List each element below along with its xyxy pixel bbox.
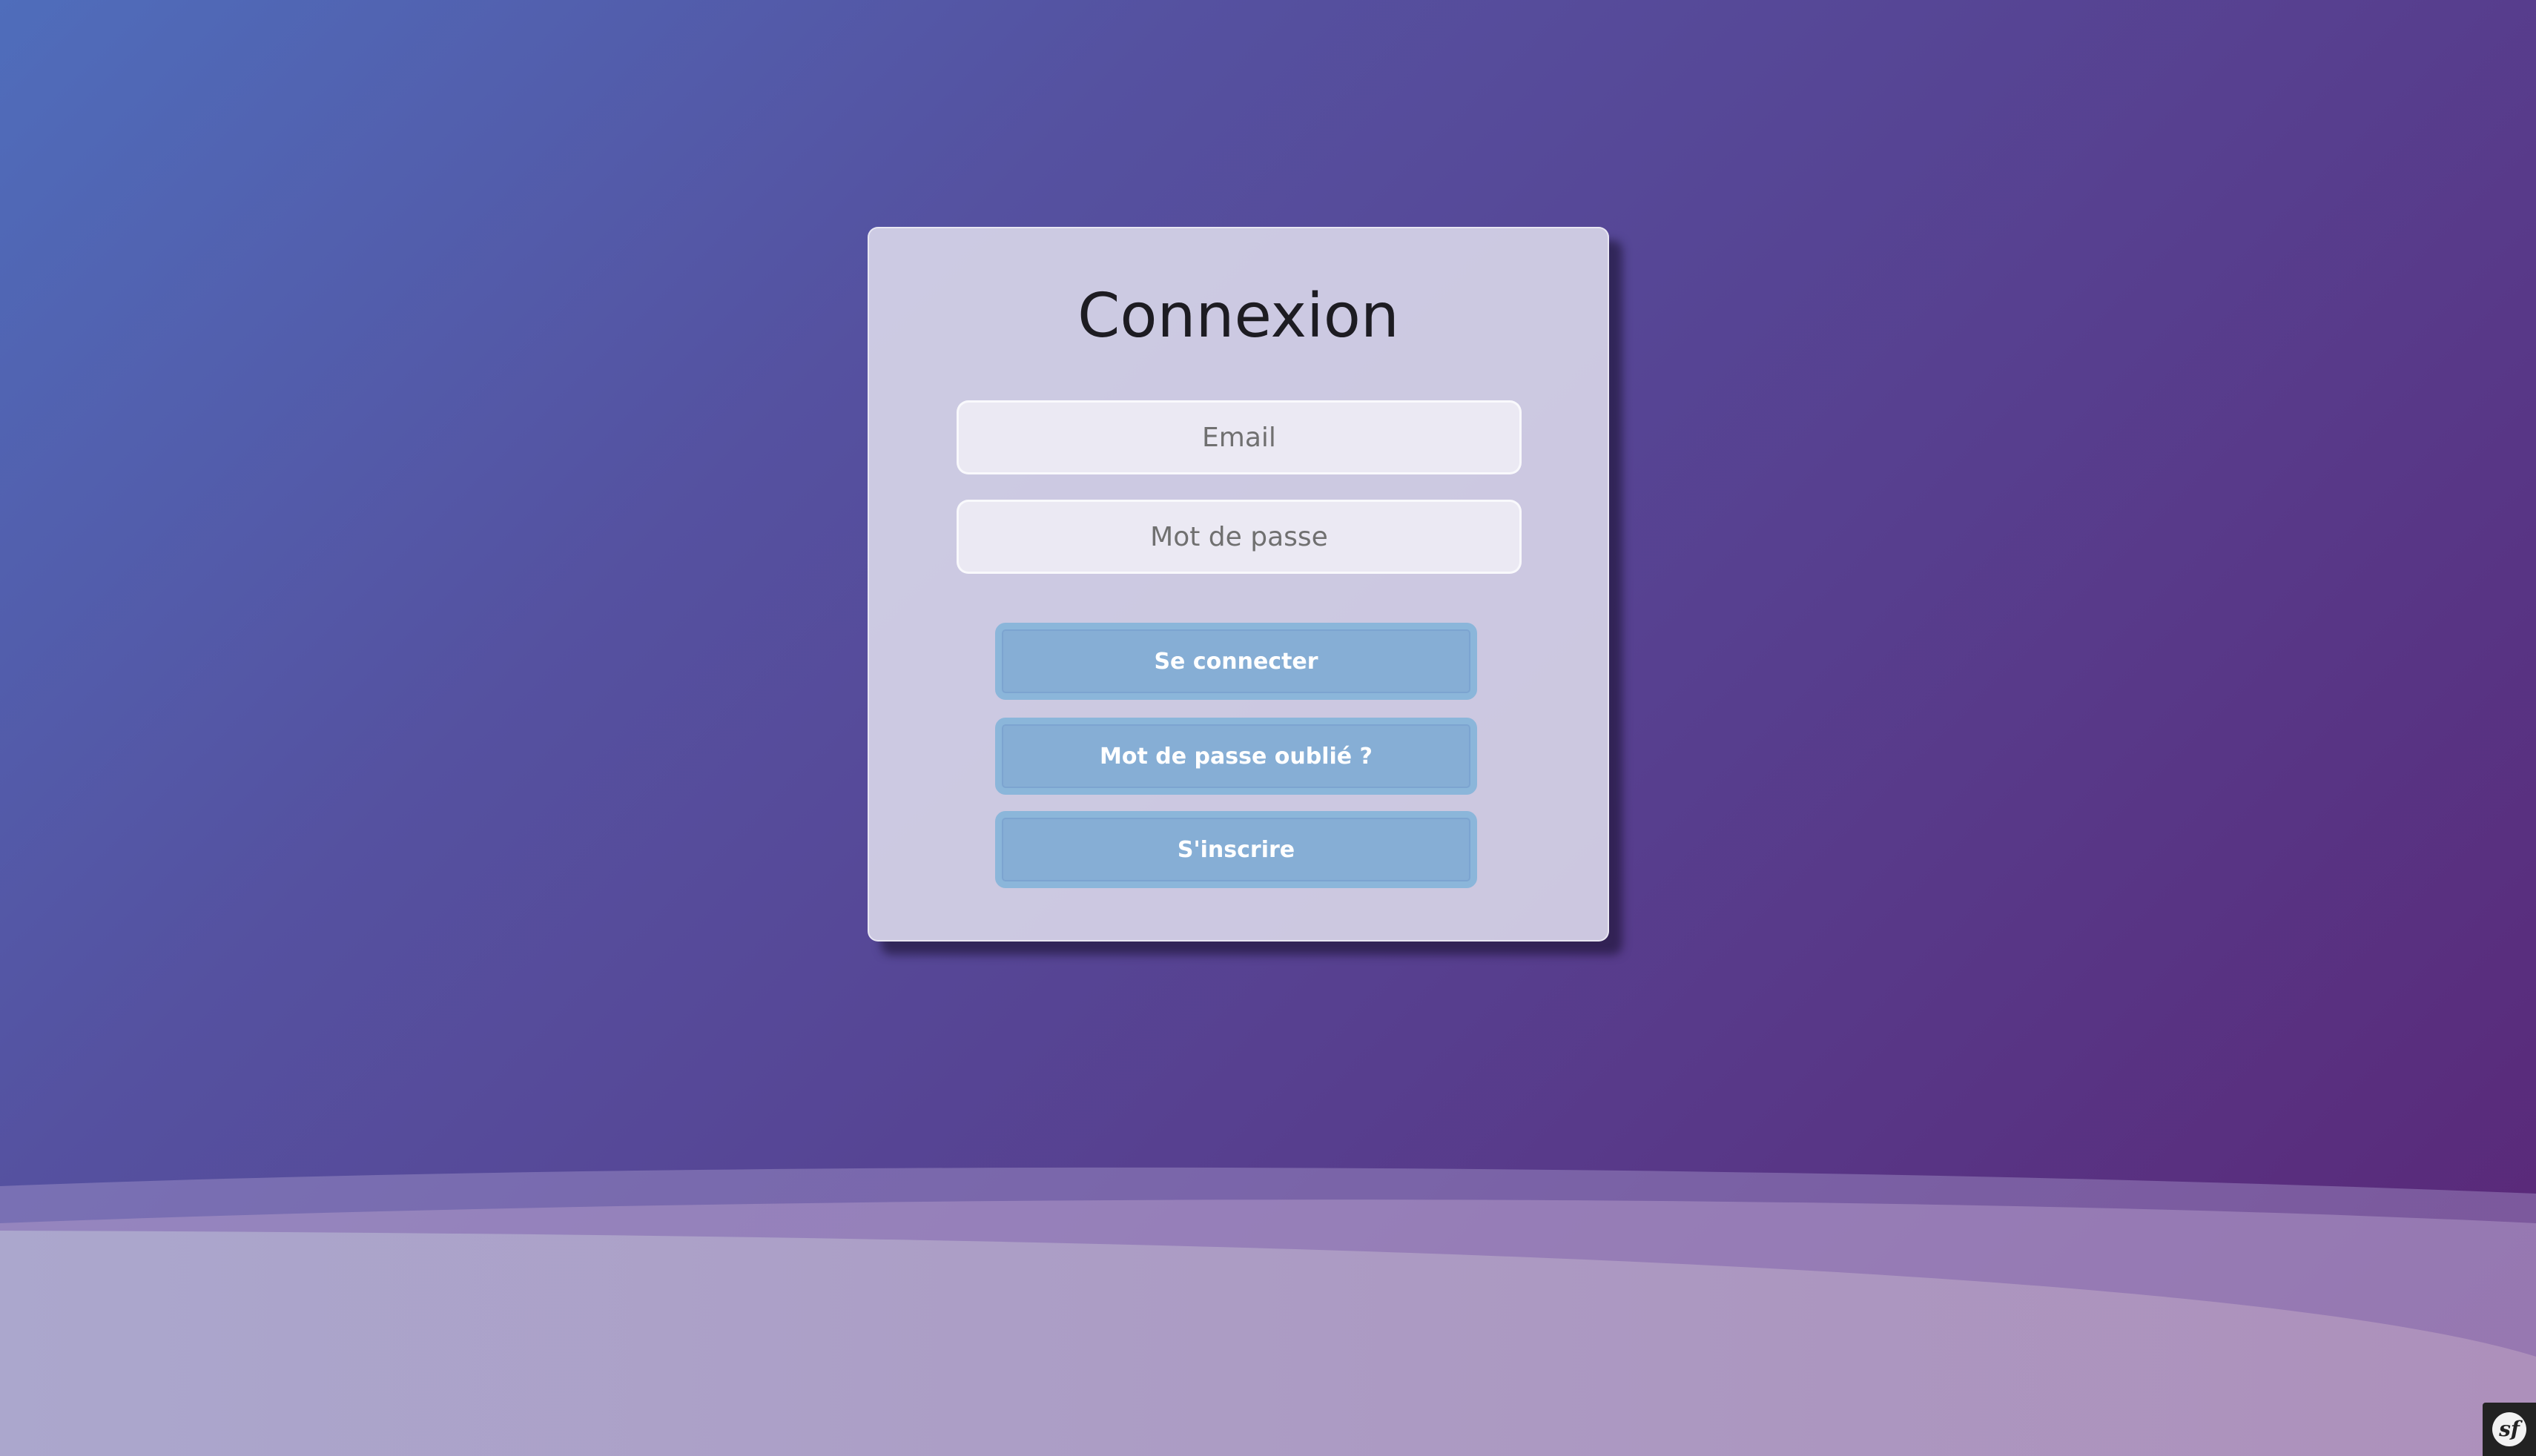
signup-button[interactable]: S'inscrire bbox=[995, 811, 1477, 888]
email-input[interactable] bbox=[957, 400, 1522, 474]
password-input[interactable] bbox=[957, 500, 1522, 574]
background-wave-front bbox=[0, 1231, 2536, 1456]
page-title: Connexion bbox=[1077, 281, 1399, 351]
background-wave-middle bbox=[0, 1199, 2536, 1456]
login-card: Connexion Se connecter Mot de passe oubl… bbox=[868, 227, 1609, 942]
login-button[interactable]: Se connecter bbox=[995, 623, 1477, 700]
debug-toolbar-toggle[interactable]: sf bbox=[2483, 1403, 2536, 1456]
background-wave-back bbox=[0, 1167, 2536, 1456]
forgot-password-button[interactable]: Mot de passe oublié ? bbox=[995, 718, 1477, 795]
symfony-logo-icon: sf bbox=[2492, 1412, 2526, 1446]
